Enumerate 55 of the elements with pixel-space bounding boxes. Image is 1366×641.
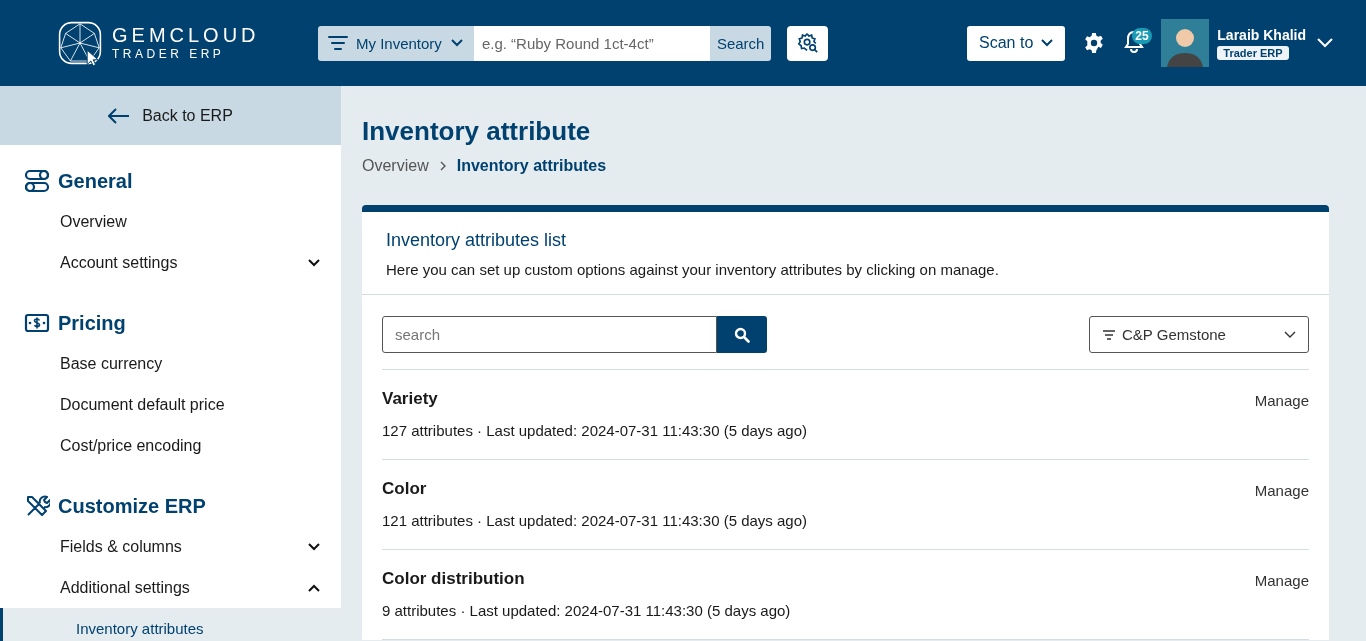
sidebar-item[interactable]: Account settings: [0, 242, 341, 283]
section-title: Pricing: [58, 311, 126, 335]
filter-dropdown[interactable]: C&P Gemstone: [1089, 316, 1309, 353]
toggles-icon: [24, 168, 50, 194]
logo-subtitle: TRADER ERP: [112, 46, 226, 62]
tools-icon: [24, 493, 50, 519]
sidebar-item[interactable]: Document default price: [0, 384, 341, 425]
breadcrumb-item[interactable]: Overview: [362, 157, 429, 175]
notification-count: 25: [1132, 28, 1152, 44]
gear-search-button[interactable]: [787, 25, 829, 61]
card-title: Inventory attributes list: [386, 230, 568, 251]
back-button[interactable]: Back to ERP: [0, 86, 341, 145]
chevron-down-icon: [1284, 330, 1296, 339]
sidebar-item[interactable]: Inventory attributes: [0, 608, 341, 641]
scan-to-button[interactable]: Scan to: [967, 25, 1066, 61]
attribute-details: 127 attributes · Last updated: 2024-07-31 11:43:30 (5 days ago): [382, 422, 808, 439]
sidebar-item[interactable]: Additional settings: [0, 567, 341, 608]
money-icon: [24, 312, 50, 334]
attribute-details: 121 attributes · Last updated: 2024-07-31 11:43:30 (5 days ago): [382, 512, 808, 529]
section-title: Customize ERP: [58, 494, 206, 518]
sidebar-item[interactable]: Overview: [0, 201, 341, 242]
sidebar-item[interactable]: Base currency: [0, 343, 341, 384]
avatar-silhouette[interactable]: [1161, 19, 1210, 67]
chevron-right-icon: [438, 161, 447, 171]
chevron-down-icon[interactable]: [1316, 37, 1334, 49]
arrow-left-icon: [108, 107, 131, 124]
gear-search-icon: [796, 32, 819, 54]
manage-link[interactable]: Manage: [1254, 572, 1309, 589]
settings-icon[interactable]: [1083, 32, 1106, 54]
gem-logo-icon: [56, 19, 104, 67]
manage-link[interactable]: Manage: [1254, 392, 1309, 409]
user-name: Laraib Khalid: [1217, 26, 1306, 43]
chevron-down-icon: [449, 38, 464, 48]
logo-name: GEMCLOUD: [112, 24, 260, 46]
sidebar-item[interactable]: Cost/price encoding: [0, 425, 341, 466]
attribute-name: Color: [382, 479, 428, 499]
section-title: General: [58, 169, 133, 193]
search-button[interactable]: Search: [709, 25, 772, 61]
attribute-name: Color distribution: [382, 569, 526, 589]
filter-icon: [1102, 328, 1116, 341]
breadcrumb-item: Inventory attributes: [456, 157, 607, 175]
user-role-badge: Trader ERP: [1217, 45, 1289, 60]
search-field[interactable]: search: [382, 316, 717, 353]
search-icon: [734, 326, 750, 343]
card-description: Here you can set up custom options against your inventory attributes by clicking on manage.: [386, 261, 1000, 278]
search-field[interactable]: e.g. “Ruby Round 1ct-4ct”: [473, 25, 710, 61]
sidebar-item[interactable]: Fields & columns: [0, 526, 341, 567]
scope-dropdown[interactable]: My Inventory: [318, 25, 474, 61]
attribute-details: 9 attributes · Last updated: 2024-07-31 11:43:30 (5 days ago): [382, 602, 791, 619]
chevron-down-icon: [1041, 39, 1054, 47]
search-button[interactable]: [717, 316, 767, 353]
page-title: Inventory attribute: [362, 116, 592, 147]
filter-icon: [328, 35, 348, 51]
attribute-name: Variety: [382, 389, 439, 409]
manage-link[interactable]: Manage: [1254, 482, 1309, 499]
